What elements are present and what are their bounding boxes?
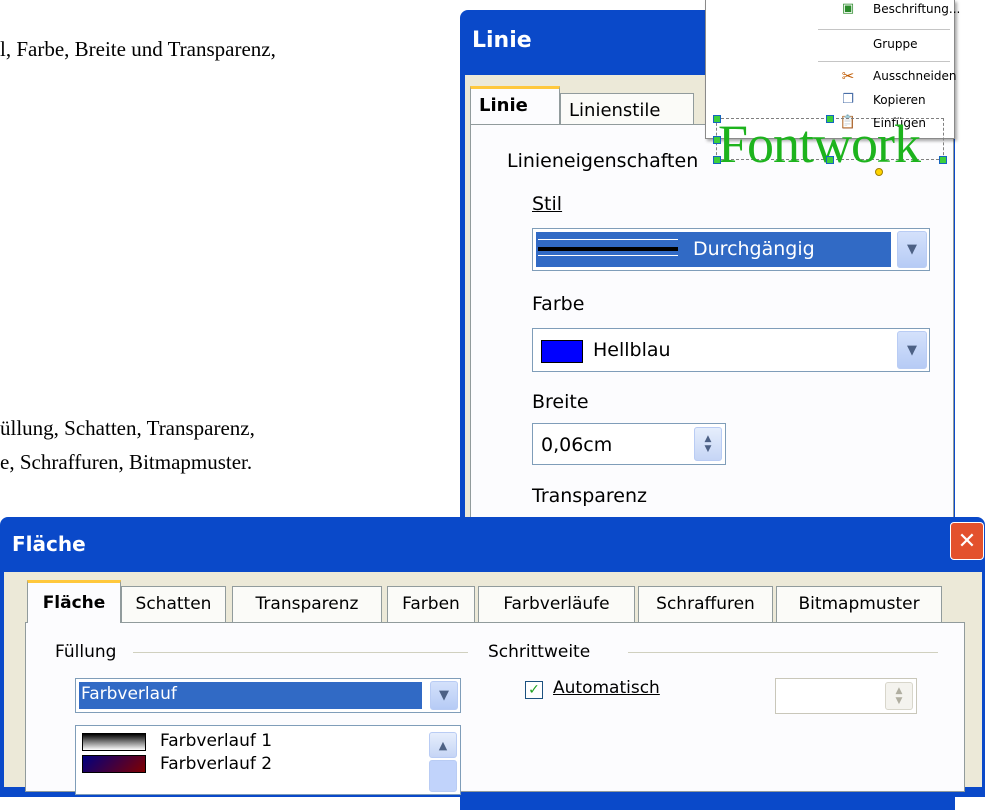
stil-label: Stil (532, 193, 563, 215)
fuellung-dropdown[interactable]: Farbverlauf ▼ (75, 678, 461, 713)
farbe-label: Farbe (532, 293, 585, 315)
farbe-swatch (541, 340, 583, 363)
tab-linie[interactable]: Linie (470, 86, 560, 126)
selection-handle[interactable] (826, 156, 834, 164)
selection-handle[interactable] (939, 156, 947, 164)
menu-item-kopieren[interactable]: Kopieren (873, 93, 926, 107)
tab-flaeche[interactable]: Fläche (27, 580, 121, 623)
breite-label: Breite (532, 391, 589, 413)
line-preview-solid (538, 247, 678, 251)
breite-value: 0,06cm (541, 434, 613, 456)
fuellung-group-line (133, 652, 468, 653)
schrittweite-spinbox[interactable]: ▲ ▼ (775, 678, 917, 714)
document-text-line-2: üllung, Schatten, Transparenz, (0, 416, 255, 440)
tab-schraffuren[interactable]: Schraffuren (638, 586, 773, 622)
fontwork-text-object[interactable]: Fontwork (718, 113, 921, 175)
document-text-line-1: l, Farbe, Breite und Transparenz, (0, 37, 276, 61)
farbe-chevron-down-icon[interactable]: ▼ (897, 331, 927, 369)
breite-spinbox[interactable]: 0,06cm ▲ ▼ (532, 423, 726, 465)
selection-handle[interactable] (826, 115, 834, 123)
farbverlauf-listbox[interactable]: Farbverlauf 1 Farbverlauf 2 ▲ (75, 725, 461, 795)
linieneigenschaften-label: Linieneigenschaften (507, 150, 699, 172)
stil-value: Durchgängig (693, 238, 815, 260)
stil-chevron-down-icon[interactable]: ▼ (897, 231, 927, 268)
tab-farbverlaeufe[interactable]: Farbverläufe (478, 586, 635, 622)
context-menu-separator (818, 29, 950, 30)
line-preview-top (538, 239, 678, 240)
context-menu-separator (818, 61, 950, 62)
flaeche-dialog-title: Fläche (12, 532, 86, 556)
fuellung-chevron-down-icon[interactable]: ▼ (430, 681, 458, 710)
copy-icon: ❐ (842, 91, 854, 107)
menu-item-ausschneiden[interactable]: Ausschneiden (873, 69, 956, 83)
gradient-swatch (82, 733, 146, 751)
schrittweite-group-line (628, 652, 938, 653)
gradient-swatch (82, 755, 146, 773)
scrollbar-thumb[interactable] (429, 760, 457, 792)
beschriftung-icon: ▣ (841, 0, 855, 16)
menu-item-gruppe[interactable]: Gruppe (873, 37, 917, 51)
selection-handle[interactable] (713, 115, 721, 123)
scroll-up-icon[interactable]: ▲ (429, 732, 457, 758)
automatisch-checkbox[interactable]: ✓ (525, 681, 543, 699)
close-icon[interactable]: ✕ (950, 522, 984, 560)
fuellung-label: Füllung (55, 642, 117, 662)
schrittweite-label: Schrittweite (488, 642, 591, 662)
menu-item-beschriftung[interactable]: Beschriftung... (873, 2, 960, 16)
list-item[interactable]: Farbverlauf 2 (160, 754, 272, 774)
document-text-line-3: e, Schraffuren, Bitmapmuster. (0, 450, 253, 474)
list-item[interactable]: Farbverlauf 1 (160, 731, 272, 751)
tab-transparenz[interactable]: Transparenz (232, 586, 382, 622)
scissors-icon: ✂ (841, 67, 855, 85)
selection-handle[interactable] (713, 136, 721, 144)
tab-linienstile[interactable]: Linienstile (560, 93, 694, 125)
fuellung-value: Farbverlauf (81, 684, 177, 704)
farbe-value: Hellblau (593, 339, 671, 361)
tab-bitmapmuster[interactable]: Bitmapmuster (776, 586, 942, 622)
tab-farben[interactable]: Farben (387, 586, 475, 622)
selection-handle[interactable] (713, 156, 721, 164)
farbe-dropdown[interactable]: Hellblau ▼ (532, 328, 930, 372)
schrittweite-spin-arrows-icon[interactable]: ▲ ▼ (885, 682, 913, 710)
transparenz-label: Transparenz (532, 485, 648, 507)
stil-dropdown[interactable]: Durchgängig ▼ (532, 228, 930, 271)
tab-schatten[interactable]: Schatten (121, 586, 226, 622)
line-preview-bottom (538, 255, 678, 256)
linie-dialog-title: Linie (472, 28, 532, 53)
fontwork-shape-handle[interactable] (875, 168, 883, 176)
automatisch-label: Automatisch (553, 678, 660, 698)
breite-spin-arrows-icon[interactable]: ▲ ▼ (694, 427, 722, 461)
